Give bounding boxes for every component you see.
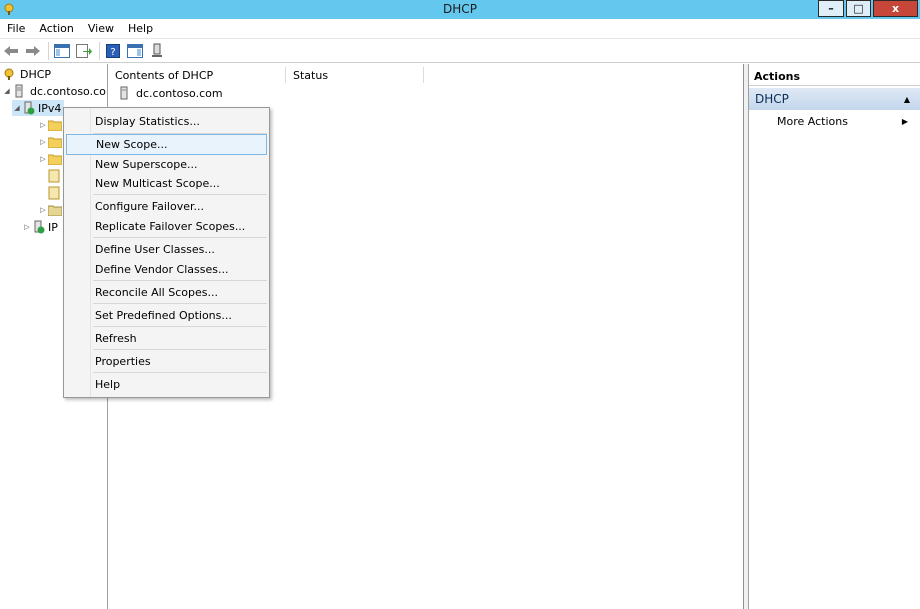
menu-item-refresh[interactable]: Refresh xyxy=(66,328,267,349)
expand-arrow-icon[interactable]: ▷ xyxy=(38,138,48,146)
maximize-button[interactable]: □ xyxy=(846,0,871,17)
collapse-arrow-icon[interactable]: ◢ xyxy=(12,104,22,112)
tree-item-child[interactable] xyxy=(48,168,60,184)
menu-separator xyxy=(93,303,267,304)
tree-item-server[interactable]: ◢ dc.contoso.co xyxy=(2,83,106,99)
tree-item-child[interactable]: ▷ xyxy=(38,134,62,150)
menu-item-new-multicast-scope[interactable]: New Multicast Scope... xyxy=(66,173,267,194)
collapse-caret-icon[interactable]: ▲ xyxy=(904,95,910,104)
menu-item-define-vendor-classes[interactable]: Define Vendor Classes... xyxy=(66,259,267,280)
minimize-button[interactable]: – xyxy=(818,0,844,17)
expand-arrow-icon[interactable]: ▷ xyxy=(38,206,48,214)
document-icon xyxy=(48,169,60,183)
export-list-button[interactable] xyxy=(75,42,93,60)
menu-separator xyxy=(93,280,267,281)
tree-item-dhcp[interactable]: DHCP xyxy=(2,66,51,82)
tree-item-child[interactable]: ▷ xyxy=(38,151,62,167)
menu-separator xyxy=(93,326,267,327)
menu-separator xyxy=(93,349,267,350)
menu-item-define-user-classes[interactable]: Define User Classes... xyxy=(66,239,267,260)
svg-text:?: ? xyxy=(110,47,115,58)
menu-item-properties[interactable]: Properties xyxy=(66,351,267,372)
menu-file[interactable]: File xyxy=(0,22,32,35)
console-tree-icon xyxy=(54,43,70,58)
actions-header: Actions xyxy=(749,68,920,86)
help-button[interactable]: ? xyxy=(104,42,122,60)
submenu-arrow-icon: ▶ xyxy=(901,116,908,126)
server-icon xyxy=(120,86,128,100)
menu-separator xyxy=(93,194,267,195)
expand-arrow-icon[interactable]: ▷ xyxy=(38,121,48,129)
menu-item-configure-failover[interactable]: Configure Failover... xyxy=(66,196,267,217)
more-actions-item[interactable]: More Actions ▶ xyxy=(749,112,920,130)
expand-arrow-icon[interactable]: ▷ xyxy=(38,155,48,163)
menu-item-reconcile-all-scopes[interactable]: Reconcile All Scopes... xyxy=(66,282,267,303)
forward-arrow-icon xyxy=(26,45,40,56)
toolbar-separator xyxy=(99,41,100,60)
column-header-contents[interactable]: Contents of DHCP xyxy=(108,67,286,83)
tree-item-ipv4[interactable]: ◢ IPv4 xyxy=(12,100,65,116)
tree-label-server: dc.contoso.co xyxy=(30,84,106,98)
folder-icon xyxy=(48,120,62,131)
column-header-status[interactable]: Status xyxy=(286,67,424,83)
menu-item-new-scope[interactable]: New Scope... xyxy=(66,134,267,155)
menu-item-replicate-failover-scopes[interactable]: Replicate Failover Scopes... xyxy=(66,216,267,237)
menu-view[interactable]: View xyxy=(81,22,121,35)
filter-icon xyxy=(48,205,62,216)
show-action-pane-button[interactable] xyxy=(126,42,144,60)
ipv4-green-check-icon xyxy=(24,101,35,115)
tree-label-dhcp: DHCP xyxy=(20,67,52,81)
help-icon: ? xyxy=(106,43,120,58)
forward-button[interactable] xyxy=(24,42,42,60)
title-bar: DHCP – □ x xyxy=(0,0,920,19)
toolbar-separator xyxy=(48,41,49,60)
actions-group-label: DHCP xyxy=(755,92,789,106)
tree-item-child[interactable] xyxy=(48,185,60,201)
list-item[interactable]: dc.contoso.com xyxy=(118,86,223,100)
menu-item-help[interactable]: Help xyxy=(66,374,267,395)
server-button[interactable] xyxy=(148,42,166,60)
back-button[interactable] xyxy=(2,42,20,60)
actions-pane: Actions DHCP ▲ More Actions ▶ xyxy=(748,64,920,609)
back-arrow-icon xyxy=(4,45,18,56)
folder-icon xyxy=(48,137,62,148)
document-icon xyxy=(48,186,60,200)
folder-icon xyxy=(48,154,62,165)
tree-item-child[interactable]: ▷ xyxy=(38,117,62,133)
dhcp-root-icon xyxy=(4,68,14,80)
action-pane-icon xyxy=(127,43,143,58)
tree-item-ipv6[interactable]: ▷ IP xyxy=(22,219,58,235)
close-button[interactable]: x xyxy=(873,0,918,17)
server-icon xyxy=(152,43,162,57)
menu-help[interactable]: Help xyxy=(121,22,160,35)
menu-action[interactable]: Action xyxy=(32,22,80,35)
menu-bar: File Action View Help xyxy=(0,19,920,39)
ipv6-green-check-icon xyxy=(34,220,45,234)
menu-separator xyxy=(93,372,267,373)
server-icon xyxy=(15,84,23,98)
export-list-icon xyxy=(76,43,92,58)
collapse-arrow-icon[interactable]: ◢ xyxy=(2,87,12,95)
toolbar: ? xyxy=(0,39,920,63)
menu-item-new-superscope[interactable]: New Superscope... xyxy=(66,154,267,175)
actions-group-dhcp[interactable]: DHCP ▲ xyxy=(749,88,920,110)
expand-arrow-icon[interactable]: ▷ xyxy=(22,223,32,231)
window-title: DHCP xyxy=(443,2,477,16)
tree-label-ipv6: IP xyxy=(48,220,58,234)
menu-item-set-predefined-options[interactable]: Set Predefined Options... xyxy=(66,305,267,326)
show-hide-tree-button[interactable] xyxy=(53,42,71,60)
list-item-name: dc.contoso.com xyxy=(136,86,223,100)
tree-item-child[interactable]: ▷ xyxy=(38,202,62,218)
menu-item-display-statistics[interactable]: Display Statistics... xyxy=(66,111,267,132)
menu-separator xyxy=(93,237,267,238)
tree-label-ipv4: IPv4 xyxy=(38,101,62,115)
more-actions-label: More Actions xyxy=(777,114,848,128)
context-menu: Display Statistics... New Scope... New S… xyxy=(63,107,270,398)
